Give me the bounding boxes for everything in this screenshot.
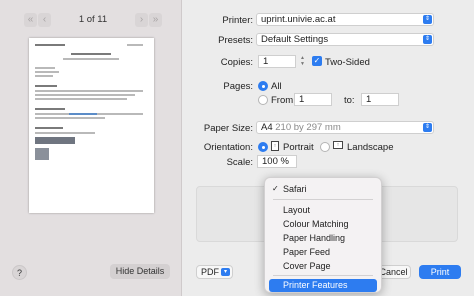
portrait-icon: ↑ [271, 141, 279, 151]
menu-item-cover-page[interactable]: Cover Page [283, 261, 331, 271]
pages-all-radio[interactable] [258, 81, 268, 91]
thumb-line [127, 44, 143, 46]
menu-separator [273, 199, 373, 200]
pages-range-radio[interactable] [258, 95, 268, 105]
help-button[interactable]: ? [12, 265, 27, 280]
printer-label: Printer: [222, 15, 253, 26]
thumb-screenshot [35, 148, 49, 160]
two-sided-checkbox[interactable]: ✓ [312, 56, 322, 66]
copies-stepper[interactable]: ▲ ▼ [299, 55, 306, 68]
thumb-line [35, 90, 143, 92]
menu-item-layout[interactable]: Layout [283, 205, 310, 215]
thumb-line [63, 58, 119, 60]
pages-from-field[interactable]: 1 [294, 93, 332, 106]
thumb-heading [71, 53, 111, 55]
thumb-line [35, 67, 55, 69]
page-preview-thumbnail [29, 38, 154, 213]
pages-all-label: All [271, 81, 282, 92]
first-page-button[interactable]: « [24, 13, 37, 27]
chevron-updown-icon: ⇕ [423, 123, 432, 132]
menu-separator [273, 275, 373, 276]
pages-label: Pages: [223, 81, 253, 92]
preview-panel: « ‹ 1 of 11 › » ? Hide Details [0, 0, 182, 296]
paper-size-label: Paper Size: [203, 123, 253, 134]
pages-to-label: to: [344, 95, 355, 106]
print-button[interactable]: Print [419, 265, 461, 279]
landscape-radio[interactable] [320, 142, 330, 152]
portrait-radio[interactable] [258, 142, 268, 152]
paper-size-value: A4 [261, 122, 273, 133]
menu-item-safari[interactable]: Safari [283, 184, 307, 194]
menu-item-paper-feed[interactable]: Paper Feed [283, 247, 330, 257]
paper-size-dims: 210 by 297 mm [275, 122, 341, 133]
pdf-menu-button[interactable]: PDF ▾ [196, 265, 233, 279]
thumb-line [35, 117, 105, 119]
two-sided-label: Two-Sided [325, 57, 370, 68]
chevron-updown-icon: ⇕ [423, 35, 432, 44]
preview-nav-right: › » [135, 13, 163, 27]
pages-to-field[interactable]: 1 [361, 93, 399, 106]
page-count: 1 of 11 [78, 14, 108, 25]
thumb-line [35, 94, 135, 96]
next-page-button[interactable]: › [135, 13, 148, 27]
checkmark-icon: ✓ [272, 184, 279, 193]
thumb-subheading [35, 127, 63, 129]
thumb-line [35, 98, 127, 100]
print-options-menu: ✓ Safari Layout Colour Matching Paper Ha… [264, 177, 382, 293]
pages-from-label: From: [271, 95, 296, 106]
thumb-line [35, 132, 95, 134]
thumb-line [35, 44, 65, 46]
copies-label: Copies: [220, 57, 253, 68]
menu-item-colour-matching[interactable]: Colour Matching [283, 219, 349, 229]
presets-value: Default Settings [261, 34, 329, 45]
preview-nav-left: « ‹ [24, 13, 52, 27]
chevron-down-icon: ▾ [221, 268, 230, 276]
previous-page-button[interactable]: ‹ [38, 13, 51, 27]
landscape-icon: ↑ [333, 141, 343, 149]
chevron-updown-icon: ⇕ [423, 15, 432, 24]
last-page-button[interactable]: » [149, 13, 162, 27]
thumb-screenshot [35, 137, 75, 144]
menu-item-printer-features[interactable]: Printer Features [269, 279, 377, 292]
paper-size-select[interactable]: A4 210 by 297 mm ⇕ [256, 121, 434, 134]
thumb-link [69, 113, 97, 115]
printer-value: uprint.univie.ac.at [261, 14, 336, 25]
portrait-label: Portrait [283, 142, 314, 153]
presets-label: Presets: [218, 35, 253, 46]
copies-field[interactable]: 1 [258, 55, 296, 68]
landscape-label: Landscape [347, 142, 394, 153]
scale-label: Scale: [226, 157, 253, 168]
thumb-subheading [35, 85, 57, 87]
hide-details-button[interactable]: Hide Details [110, 264, 170, 279]
pdf-label: PDF [201, 267, 219, 277]
orientation-label: Orientation: [203, 142, 253, 153]
printer-select[interactable]: uprint.univie.ac.at ⇕ [256, 13, 434, 26]
thumb-subheading [35, 108, 65, 110]
thumb-line [35, 71, 59, 73]
presets-select[interactable]: Default Settings ⇕ [256, 33, 434, 46]
menu-item-paper-handling[interactable]: Paper Handling [283, 233, 345, 243]
scale-field[interactable]: 100 % [257, 155, 297, 168]
menu-item-printer-features-label: Printer Features [283, 280, 348, 290]
thumb-line [35, 75, 53, 77]
